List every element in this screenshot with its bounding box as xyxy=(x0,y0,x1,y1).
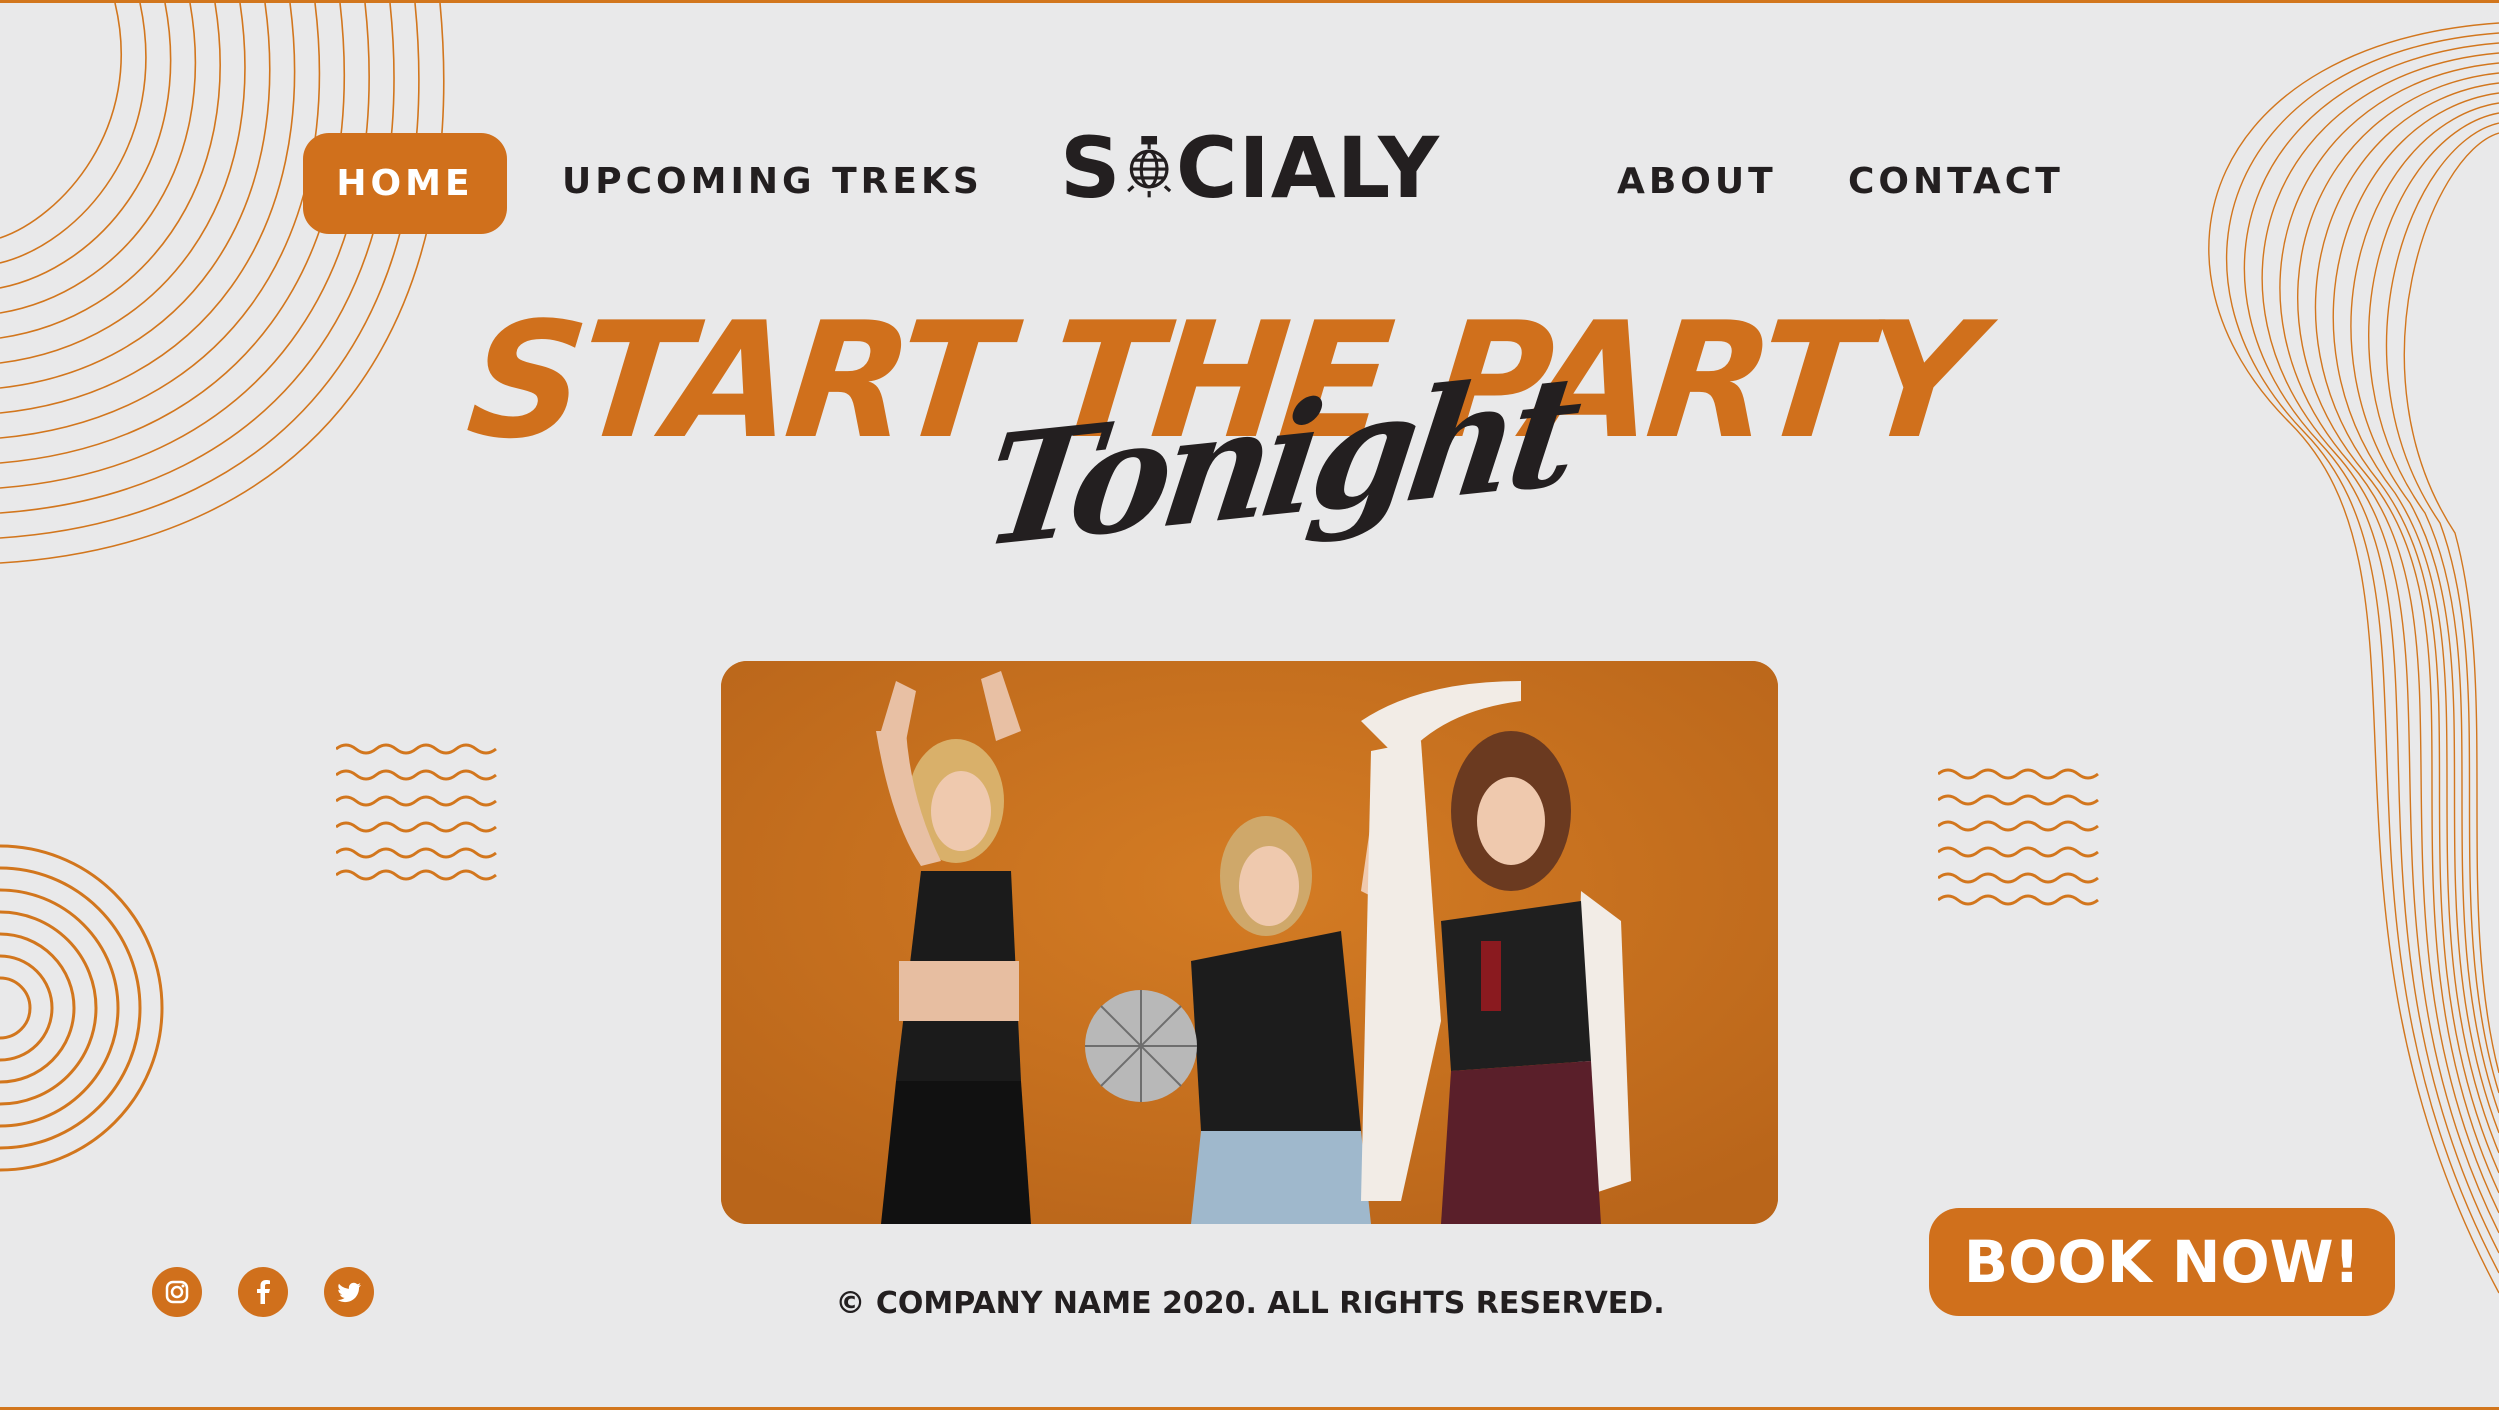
nav-about-link[interactable]: ABOUT xyxy=(1617,161,1777,202)
logo-text-right: CIALY xyxy=(1175,119,1440,217)
facebook-glyph xyxy=(257,1280,270,1304)
hero-photo xyxy=(721,661,1778,1224)
site-logo[interactable]: S CIALY xyxy=(1060,108,1440,228)
facebook-icon[interactable] xyxy=(238,1267,288,1317)
book-now-button[interactable]: BOOK NOW! xyxy=(1929,1208,2395,1316)
decorative-waves-right xyxy=(2208,22,2499,1294)
nav-home-button[interactable]: HOME xyxy=(303,133,507,234)
decorative-squiggles-right xyxy=(1938,768,2099,906)
instagram-glyph xyxy=(165,1280,189,1304)
nav-upcoming-treks-link[interactable]: UPCOMING TREKS xyxy=(562,161,983,202)
decorative-squiggles-left xyxy=(336,743,497,881)
disco-ball-icon xyxy=(1126,136,1171,198)
twitter-icon[interactable] xyxy=(324,1267,374,1317)
instagram-icon[interactable] xyxy=(152,1267,202,1317)
copyright-text: © COMPANY NAME 2020. ALL RIGHTS RESERVED… xyxy=(835,1286,1665,1321)
decorative-circles-left xyxy=(0,844,164,1172)
logo-text-left: S xyxy=(1060,119,1122,217)
party-photo-illustration xyxy=(721,661,1778,1224)
decorative-arcs-top-left xyxy=(0,3,445,564)
twitter-glyph xyxy=(337,1282,361,1303)
nav-contact-link[interactable]: CONTACT xyxy=(1848,161,2064,202)
